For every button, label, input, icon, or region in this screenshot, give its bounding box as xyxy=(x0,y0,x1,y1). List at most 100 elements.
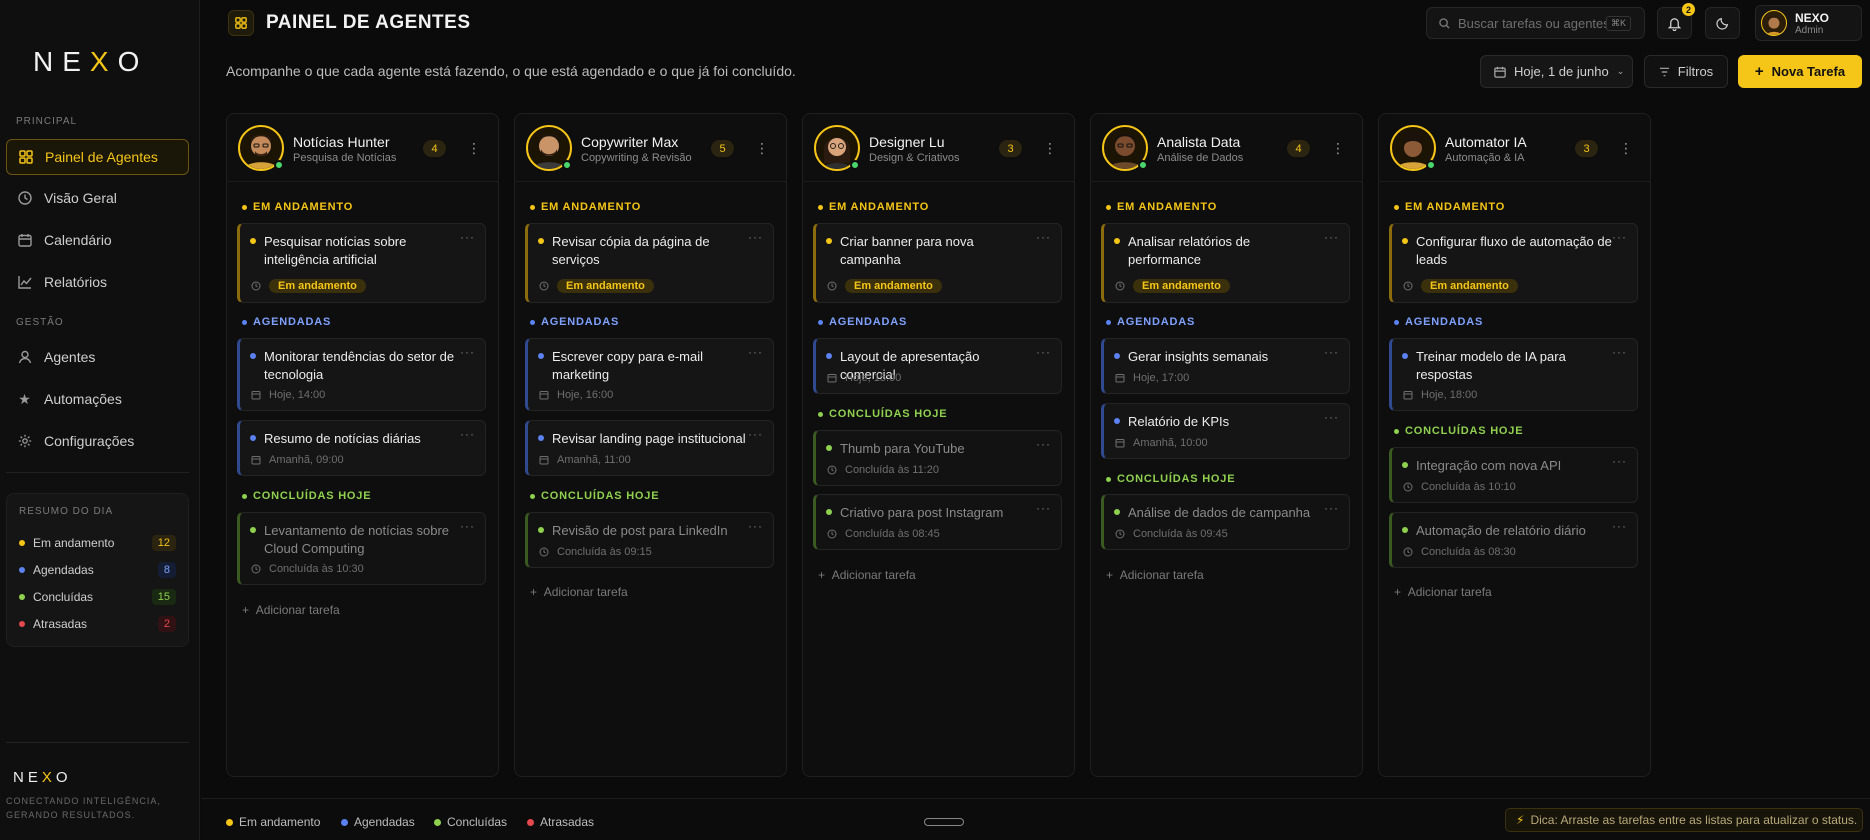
sidebar-item-visao-geral[interactable]: Visão Geral xyxy=(6,180,189,216)
task-card[interactable]: Revisar cópia da página de serviços ··· … xyxy=(525,223,774,303)
more-icon[interactable]: ··· xyxy=(460,427,475,441)
more-icon[interactable]: ··· xyxy=(748,519,763,533)
task-card[interactable]: Analisar relatórios de performance ··· E… xyxy=(1101,223,1350,303)
task-card[interactable]: Revisar landing page institucional ··· A… xyxy=(525,420,774,476)
add-task-button[interactable]: + Adicionar tarefa xyxy=(530,585,628,599)
agent-role: Pesquisa de Notícias xyxy=(293,152,397,164)
page-subtitle: Acompanhe o que cada agente está fazendo… xyxy=(226,63,796,79)
task-card[interactable]: Criativo para post Instagram ··· Concluí… xyxy=(813,494,1062,550)
sidebar-item-automacoes[interactable]: ★ Automações xyxy=(6,381,189,417)
notification-badge: 2 xyxy=(1682,3,1695,16)
task-title: Automação de relatório diário xyxy=(1416,523,1586,538)
summary-row-em-andamento[interactable]: Em andamento 12 xyxy=(19,529,176,556)
task-card[interactable]: Criar banner para nova campanha ··· Em a… xyxy=(813,223,1062,303)
summary-count: 2 xyxy=(157,615,176,632)
bolt-icon: ⚡ xyxy=(1516,813,1525,827)
sidebar-item-relatorios[interactable]: Relatórios xyxy=(6,264,189,300)
task-title: Gerar insights semanais xyxy=(1128,349,1269,364)
task-card[interactable]: Escrever copy para e-mail marketing ··· … xyxy=(525,338,774,411)
avatar xyxy=(1761,10,1787,36)
more-icon[interactable]: ··· xyxy=(1036,437,1051,451)
more-icon[interactable]: ··· xyxy=(1324,501,1339,515)
task-card[interactable]: Análise de dados de campanha ··· Concluí… xyxy=(1101,494,1350,550)
task-time: Hoje, 15:00 xyxy=(845,372,902,384)
agent-column-designer-lu: Designer Lu Design & Criativos 3 ⋮ EM AN… xyxy=(802,113,1075,777)
agent-name: Notícias Hunter xyxy=(293,134,390,150)
more-icon[interactable]: ··· xyxy=(460,230,475,244)
more-icon[interactable]: ··· xyxy=(1612,230,1627,244)
add-task-button[interactable]: + Adicionar tarefa xyxy=(1394,585,1492,599)
check-circle-icon xyxy=(1403,547,1413,557)
column-menu-icon[interactable]: ⋮ xyxy=(1619,138,1633,158)
agent-name: Automator IA xyxy=(1445,134,1527,150)
more-icon[interactable]: ··· xyxy=(1612,519,1627,533)
summary-label: Concluídas xyxy=(33,589,94,604)
task-card[interactable]: Gerar insights semanais ··· Hoje, 17:00 xyxy=(1101,338,1350,394)
task-card[interactable]: Integração com nova API ··· Concluída às… xyxy=(1389,447,1638,503)
task-card[interactable]: Thumb para YouTube ··· Concluída às 11:2… xyxy=(813,430,1062,486)
more-icon[interactable]: ··· xyxy=(460,345,475,359)
more-icon[interactable]: ··· xyxy=(460,519,475,533)
more-icon[interactable]: ··· xyxy=(1612,454,1627,468)
more-icon[interactable]: ··· xyxy=(1324,230,1339,244)
task-card[interactable]: Revisão de post para LinkedIn ··· Conclu… xyxy=(525,512,774,568)
add-task-button[interactable]: + Adicionar tarefa xyxy=(1106,568,1204,582)
task-card[interactable]: Monitorar tendências do setor de tecnolo… xyxy=(237,338,486,411)
summary-row-atrasadas[interactable]: Atrasadas 2 xyxy=(19,610,176,637)
more-icon[interactable]: ··· xyxy=(1324,345,1339,359)
more-icon[interactable]: ··· xyxy=(748,345,763,359)
star-icon: ★ xyxy=(18,390,31,407)
sidebar-item-configuracoes[interactable]: Configurações xyxy=(6,423,189,459)
sidebar-item-calendario[interactable]: Calendário xyxy=(6,222,189,258)
more-icon[interactable]: ··· xyxy=(748,427,763,441)
task-card[interactable]: Treinar modelo de IA para respostas ··· … xyxy=(1389,338,1638,411)
more-icon[interactable]: ··· xyxy=(1036,230,1051,244)
more-icon[interactable]: ··· xyxy=(748,230,763,244)
column-menu-icon[interactable]: ⋮ xyxy=(1043,138,1057,158)
more-icon[interactable]: ··· xyxy=(1036,345,1051,359)
more-icon[interactable]: ··· xyxy=(1036,501,1051,515)
task-meta: Hoje, 17:00 xyxy=(1115,372,1189,384)
new-task-button[interactable]: + Nova Tarefa xyxy=(1738,55,1862,88)
agent-name: Analista Data xyxy=(1157,134,1241,150)
agent-role: Design & Criativos xyxy=(869,152,960,164)
online-indicator xyxy=(1138,160,1148,170)
date-picker-button[interactable]: Hoje, 1 de junho ⌄ xyxy=(1480,55,1633,88)
sidebar-item-painel-de-agentes[interactable]: Painel de Agentes xyxy=(6,139,189,175)
task-card[interactable]: Layout de apresentação comercial ··· Hoj… xyxy=(813,338,1062,394)
user-menu[interactable]: NEXO Admin xyxy=(1755,5,1862,41)
more-icon[interactable]: ··· xyxy=(1324,410,1339,424)
task-meta: Amanhã, 10:00 xyxy=(1115,437,1208,449)
check-circle-icon xyxy=(251,564,261,574)
group-in-progress: EM ANDAMENTO xyxy=(818,201,929,213)
more-icon[interactable]: ··· xyxy=(1612,345,1627,359)
filters-button[interactable]: Filtros xyxy=(1644,55,1728,88)
add-task-button[interactable]: + Adicionar tarefa xyxy=(242,603,340,617)
column-menu-icon[interactable]: ⋮ xyxy=(755,138,769,158)
task-card[interactable]: Resumo de notícias diárias ··· Amanhã, 0… xyxy=(237,420,486,476)
task-card[interactable]: Pesquisar notícias sobre inteligência ar… xyxy=(237,223,486,303)
column-menu-icon[interactable]: ⋮ xyxy=(1331,138,1345,158)
sidebar-item-agentes[interactable]: Agentes xyxy=(6,339,189,375)
search-input[interactable] xyxy=(1458,15,1606,31)
dashboard-icon xyxy=(228,10,254,36)
status-legend-bar: Em andamento Agendadas Concluídas Atrasa… xyxy=(201,798,1870,840)
summary-row-agendadas[interactable]: Agendadas 8 xyxy=(19,556,176,583)
task-card[interactable]: Automação de relatório diário ··· Conclu… xyxy=(1389,512,1638,568)
status-dot xyxy=(1402,238,1408,244)
summary-row-concluidas[interactable]: Concluídas 15 xyxy=(19,583,176,610)
brand-logo[interactable]: NEXO xyxy=(33,46,148,78)
column-menu-icon[interactable]: ⋮ xyxy=(467,138,481,158)
notifications-button[interactable]: 2 xyxy=(1657,3,1695,39)
user-name: NEXO xyxy=(1795,10,1830,25)
theme-toggle-button[interactable] xyxy=(1705,7,1740,39)
task-card[interactable]: Levantamento de notícias sobre Cloud Com… xyxy=(237,512,486,585)
status-dot xyxy=(1114,353,1120,359)
add-task-button[interactable]: + Adicionar tarefa xyxy=(818,568,916,582)
task-card[interactable]: Relatório de KPIs ··· Amanhã, 10:00 xyxy=(1101,403,1350,459)
status-dot xyxy=(538,435,544,441)
drag-handle[interactable] xyxy=(924,818,964,826)
column-header: Designer Lu Design & Criativos 3 ⋮ xyxy=(803,114,1074,182)
task-meta: Concluída às 11:20 xyxy=(827,464,939,476)
task-card[interactable]: Configurar fluxo de automação de leads ·… xyxy=(1389,223,1638,303)
